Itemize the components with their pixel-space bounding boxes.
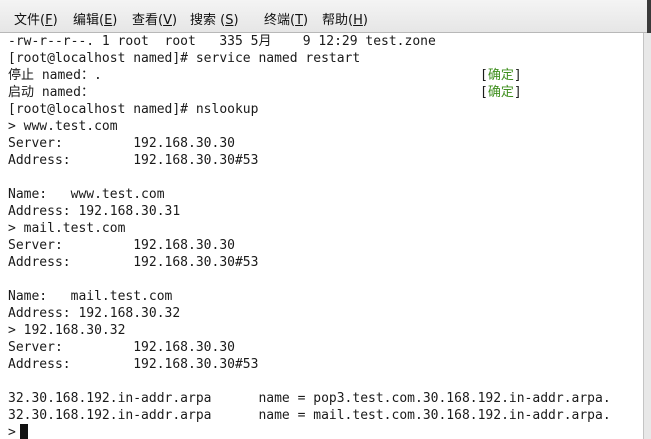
menu-file-close: ) (52, 13, 58, 28)
terminal-line: Server: 192.168.30.30 (8, 340, 235, 355)
menu-edit-close: ) (112, 13, 118, 28)
menu-terminal[interactable]: 终端(T) (264, 9, 308, 28)
terminal-line: Address: 192.168.30.30#53 (8, 255, 259, 270)
menu-help-accel: H (353, 13, 363, 28)
menu-terminal-accel: T (295, 13, 304, 28)
text-cursor (19, 424, 28, 439)
terminal-line: Server: 192.168.30.30 (8, 238, 235, 253)
terminal-line: 32.30.168.192.in-addr.arpa name = pop3.t… (8, 391, 611, 406)
terminal-line: Name: mail.test.com (8, 289, 173, 304)
menu-bar: 文件(F) 编辑(E) 查看(V) 搜索 (S) 终端(T) 帮助(H) (0, 0, 651, 33)
terminal-line: Address: 192.168.30.32 (8, 306, 181, 321)
menu-help[interactable]: 帮助(H) (322, 9, 368, 28)
terminal-line: Server: 192.168.30.30 (8, 136, 235, 151)
terminal-line: Address: 192.168.30.31 (8, 204, 181, 219)
menu-view-close: ) (171, 13, 178, 28)
terminal-line: -rw-r--r--. 1 root root 335 5月 9 12:29 t… (8, 34, 436, 49)
terminal-line: [root@localhost named]# nslookup (8, 102, 259, 117)
prompt-symbol: > (8, 425, 16, 439)
menu-search-close: ) (233, 13, 239, 28)
menu-terminal-label: 终端( (264, 13, 296, 28)
menu-search-label: 搜索 ( (190, 13, 226, 28)
menu-file-accel: F (45, 13, 53, 28)
status-ok-text: 确定 (487, 85, 514, 100)
menu-edit-label: 编辑( (73, 13, 105, 28)
terminal-prompt-line[interactable]: > (8, 424, 28, 439)
status-ok-text: 确定 (487, 68, 514, 83)
menu-file[interactable]: 文件(F) (14, 9, 58, 28)
terminal-line: 停止 named：. (8, 68, 102, 83)
menu-terminal-close: ) (303, 13, 309, 28)
terminal-line: Address: 192.168.30.30#53 (8, 153, 259, 168)
status-ok-stop: [确定] (480, 67, 522, 84)
menu-view-accel: V (163, 13, 172, 28)
window-edge (647, 0, 651, 33)
status-ok-start: [确定] (480, 84, 522, 101)
terminal-line: > mail.test.com (8, 221, 126, 236)
status-bracket-close: ] (513, 68, 522, 83)
menu-file-label: 文件( (14, 13, 46, 28)
terminal-line: 32.30.168.192.in-addr.arpa name = mail.t… (8, 408, 611, 423)
menu-search[interactable]: 搜索 (S) (190, 9, 239, 28)
terminal-output[interactable]: -rw-r--r--. 1 root root 335 5月 9 12:29 t… (0, 33, 643, 439)
terminal-scrollbar[interactable] (643, 33, 651, 439)
menu-help-label: 帮助( (322, 13, 354, 28)
menu-view-label: 查看( (132, 13, 164, 28)
terminal-line: [root@localhost named]# service named re… (8, 51, 361, 66)
terminal-line: Address: 192.168.30.30#53 (8, 357, 259, 372)
menu-help-close: ) (362, 13, 368, 28)
terminal-line: Name: www.test.com (8, 187, 165, 202)
terminal-line: > 192.168.30.32 (8, 323, 126, 338)
terminal-line: 启动 named： (8, 85, 94, 100)
terminal-line: > www.test.com (8, 119, 118, 134)
status-bracket-close: ] (513, 85, 522, 100)
menu-view[interactable]: 查看(V) (132, 9, 177, 28)
status-bracket-open: [ (480, 68, 488, 83)
menu-edit[interactable]: 编辑(E) (73, 9, 117, 28)
status-bracket-open: [ (480, 85, 488, 100)
